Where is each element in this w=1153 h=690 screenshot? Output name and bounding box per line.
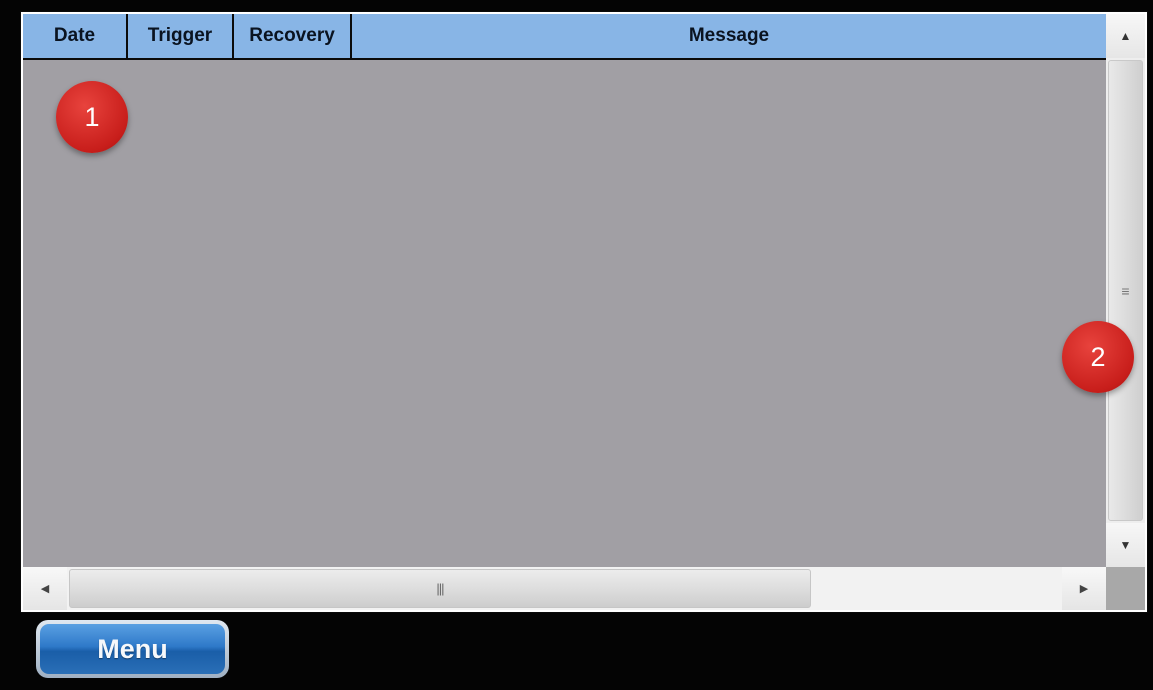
annotation-badge-2: 2 xyxy=(1062,321,1134,393)
table-header: Date Trigger Recovery Message xyxy=(23,14,1106,60)
menu-button[interactable]: Menu xyxy=(36,620,229,678)
arrow-down-icon: ▼ xyxy=(1119,538,1132,552)
grip-lines-icon: ≡ xyxy=(1121,282,1130,299)
alarm-table-panel: Date Trigger Recovery Message ▲ ≡ ▼ ◀ ||… xyxy=(20,11,1148,613)
column-header-date[interactable]: Date xyxy=(23,14,128,58)
column-header-recovery[interactable]: Recovery xyxy=(234,14,352,58)
horizontal-scroll-thumb[interactable]: ||| xyxy=(69,569,811,608)
arrow-right-icon: ▶ xyxy=(1079,583,1089,595)
scroll-right-button[interactable]: ▶ xyxy=(1062,567,1106,610)
annotation-badge-1: 1 xyxy=(56,81,128,153)
horizontal-scrollbar[interactable]: ◀ ||| ▶ xyxy=(23,567,1106,610)
vertical-scrollbar[interactable]: ▲ ≡ ▼ xyxy=(1106,14,1145,567)
table-body[interactable] xyxy=(23,60,1106,567)
arrow-up-icon: ▲ xyxy=(1119,29,1132,43)
menu-button-label: Menu xyxy=(40,624,225,674)
scrollbar-corner xyxy=(1106,567,1145,610)
column-header-trigger[interactable]: Trigger xyxy=(128,14,234,58)
column-header-message[interactable]: Message xyxy=(352,14,1106,58)
grip-lines-icon: ||| xyxy=(436,581,444,596)
scroll-left-button[interactable]: ◀ xyxy=(23,567,67,610)
alarm-history-screen: Date Trigger Recovery Message ▲ ≡ ▼ ◀ ||… xyxy=(0,0,1153,690)
scroll-up-button[interactable]: ▲ xyxy=(1106,14,1145,58)
arrow-left-icon: ◀ xyxy=(40,583,50,595)
vertical-scroll-thumb[interactable]: ≡ xyxy=(1108,60,1143,521)
scroll-down-button[interactable]: ▼ xyxy=(1106,523,1145,567)
